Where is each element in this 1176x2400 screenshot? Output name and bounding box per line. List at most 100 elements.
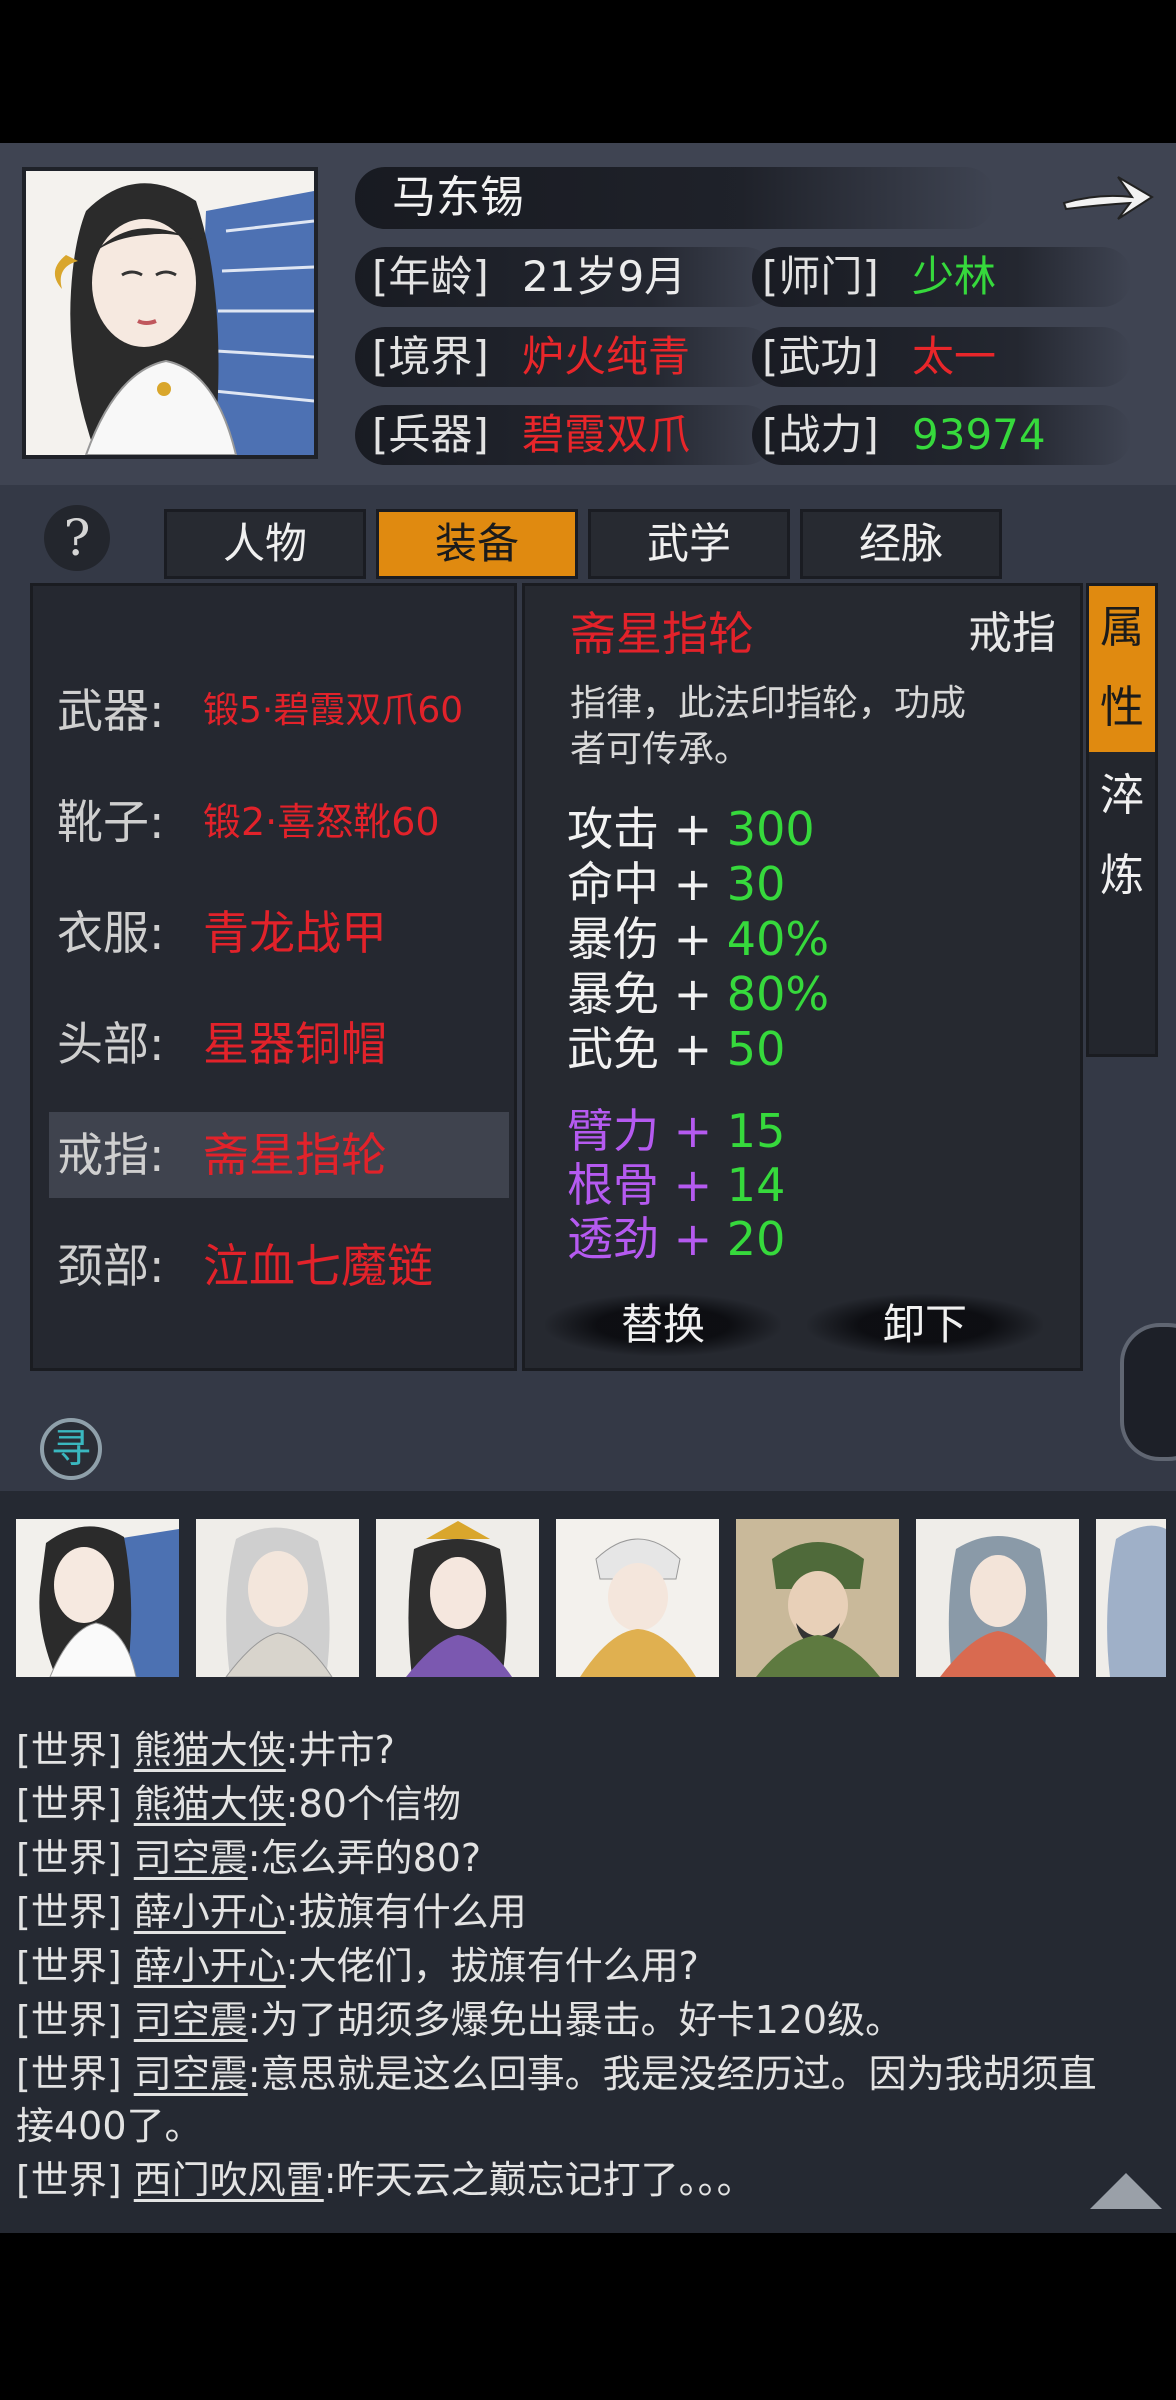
item-description: 者可传承。	[570, 729, 751, 770]
chat-channel: [世界]	[16, 1782, 122, 1826]
stat-row: 命中 + 30	[567, 857, 785, 911]
party-portrait-2[interactable]	[196, 1519, 359, 1677]
chat-line-continued: 接400了。	[16, 2099, 203, 2153]
age-label: [年龄]	[372, 252, 489, 301]
plus-sign: +	[673, 857, 713, 911]
age-value: 21岁9月	[522, 252, 687, 301]
unequip-button[interactable]: 卸下	[807, 1294, 1043, 1356]
help-icon[interactable]: ?	[44, 505, 110, 571]
stat-value: 300	[726, 802, 815, 856]
stat-row: 暴伤 + 40%	[567, 912, 829, 966]
chat-line: [世界] 熊猫大侠:井市?	[16, 1723, 395, 1777]
chat-user[interactable]: 薛小开心	[134, 1890, 286, 1934]
character-name: 马东锡	[392, 172, 524, 223]
equip-slot-ring[interactable]: 戒指: 斋星指轮	[49, 1112, 509, 1198]
stat-row: 攻击 + 300	[567, 802, 815, 856]
party-portrait-7[interactable]	[1096, 1519, 1166, 1677]
equip-slot-weapon[interactable]: 武器: 锻5·碧霞双爪60	[33, 668, 514, 754]
chat-line: [世界] 薛小开心:大佬们，拔旗有什么用?	[16, 1939, 699, 1993]
side-tab-char: 性	[1100, 682, 1144, 733]
side-tab-char: 淬	[1100, 770, 1144, 821]
side-tab-refine[interactable]: 淬 炼	[1089, 756, 1155, 920]
party-portrait-1[interactable]	[16, 1519, 179, 1677]
stat-name: 命中	[567, 857, 659, 911]
party-portrait-4[interactable]	[556, 1519, 719, 1677]
chat-user[interactable]: 司空震	[134, 1836, 248, 1880]
bonus-row: 透劲 + 20	[567, 1212, 785, 1266]
plus-sign: +	[673, 912, 713, 966]
plus-sign: +	[673, 1212, 713, 1266]
stat-value: 80%	[726, 967, 830, 1021]
tab-character[interactable]: 人物	[164, 509, 366, 579]
chat-message: :昨天云之巅忘记打了。。。	[323, 2158, 755, 2202]
equip-slot-boots[interactable]: 靴子: 锻2·喜怒靴60	[33, 779, 514, 865]
bonus-value: 14	[726, 1158, 786, 1212]
stat-value: 40%	[726, 912, 830, 966]
chat-line: [世界] 西门吹风雷:昨天云之巅忘记打了。。。	[16, 2153, 755, 2207]
chat-channel: [世界]	[16, 1944, 122, 1988]
chat-user[interactable]: 司空震	[134, 1998, 248, 2042]
chat-message: :为了胡须多爆免出暴击。好卡120级。	[247, 1998, 904, 2042]
item-description: 指律，此法印指轮，功成	[570, 683, 967, 724]
chat-line: [世界] 司空震:为了胡须多爆免出暴击。好卡120级。	[16, 1993, 903, 2047]
chat-message: 接400了。	[16, 2104, 203, 2148]
equipment-list: 武器: 锻5·碧霞双爪60 靴子: 锻2·喜怒靴60 衣服: 青龙战甲 头部: …	[30, 583, 517, 1371]
chat-line: [世界] 司空震:怎么弄的80?	[16, 1831, 481, 1885]
equip-slot-head[interactable]: 头部: 星器铜帽	[33, 1001, 514, 1087]
chat-user[interactable]: 熊猫大侠	[134, 1782, 286, 1826]
slot-item: 泣血七魔链	[203, 1239, 433, 1293]
bonus-name: 透劲	[567, 1212, 659, 1266]
plus-sign: +	[673, 1158, 713, 1212]
plus-sign: +	[673, 802, 713, 856]
tab-meridians[interactable]: 经脉	[800, 509, 1002, 579]
character-portrait[interactable]	[22, 167, 318, 459]
slot-item: 斋星指轮	[203, 1128, 387, 1182]
tab-equipment[interactable]: 装备	[376, 509, 578, 579]
skill-value: 太一	[912, 332, 997, 381]
party-portrait-5[interactable]	[736, 1519, 899, 1677]
chat-message: :井市?	[285, 1728, 395, 1772]
party-portrait-3[interactable]	[376, 1519, 539, 1677]
side-menu-handle[interactable]	[1120, 1323, 1176, 1461]
chat-channel: [世界]	[16, 2052, 122, 2096]
side-tabs: 属 性 淬 炼	[1086, 583, 1158, 1057]
equip-slot-clothes[interactable]: 衣服: 青龙战甲	[33, 890, 514, 976]
chat-channel: [世界]	[16, 1998, 122, 2042]
search-seal-icon[interactable]: 寻	[40, 1418, 102, 1480]
slot-item: 锻2·喜怒靴60	[203, 800, 440, 844]
bonus-value: 15	[726, 1104, 786, 1158]
equip-slot-neck[interactable]: 颈部: 泣血七魔链	[33, 1223, 514, 1309]
bonus-name: 根骨	[567, 1158, 659, 1212]
next-arrow-icon[interactable]	[1058, 163, 1158, 233]
slot-label: 头部:	[57, 1017, 165, 1071]
bonus-name: 臂力	[567, 1104, 659, 1158]
plus-sign: +	[673, 967, 713, 1021]
chat-channel: [世界]	[16, 2158, 122, 2202]
chat-message: :怎么弄的80?	[247, 1836, 482, 1880]
slot-label: 武器:	[57, 684, 165, 738]
stat-name: 攻击	[567, 802, 659, 856]
power-label: [战力]	[762, 410, 879, 459]
weapon-value: 碧霞双爪	[522, 410, 691, 459]
chat-user[interactable]: 司空震	[134, 2052, 248, 2096]
scroll-up-icon[interactable]	[1090, 2173, 1162, 2209]
skill-label: [武功]	[762, 332, 879, 381]
realm-value: 炉火纯青	[522, 332, 691, 381]
chat-message: :80个信物	[285, 1782, 461, 1826]
realm-label: [境界]	[372, 332, 489, 381]
slot-item: 锻5·碧霞双爪60	[203, 690, 464, 731]
stat-row: 暴免 + 80%	[567, 967, 829, 1021]
party-portrait-6[interactable]	[916, 1519, 1079, 1677]
replace-button[interactable]: 替换	[545, 1294, 781, 1356]
chat-user[interactable]: 熊猫大侠	[134, 1728, 286, 1772]
side-tab-attributes[interactable]: 属 性	[1089, 586, 1155, 752]
chat-user[interactable]: 西门吹风雷	[134, 2158, 324, 2202]
chat-line: [世界] 熊猫大侠:80个信物	[16, 1777, 461, 1831]
chat-line: [世界] 司空震:意思就是这么回事。我是没经历过。因为我胡须直	[16, 2047, 1097, 2101]
side-tab-char: 属	[1100, 602, 1144, 653]
bonus-row: 根骨 + 14	[567, 1158, 785, 1212]
bonus-value: 20	[726, 1212, 786, 1266]
tab-martial-arts[interactable]: 武学	[588, 509, 790, 579]
slot-label: 颈部:	[57, 1239, 165, 1293]
chat-user[interactable]: 薛小开心	[134, 1944, 286, 1988]
